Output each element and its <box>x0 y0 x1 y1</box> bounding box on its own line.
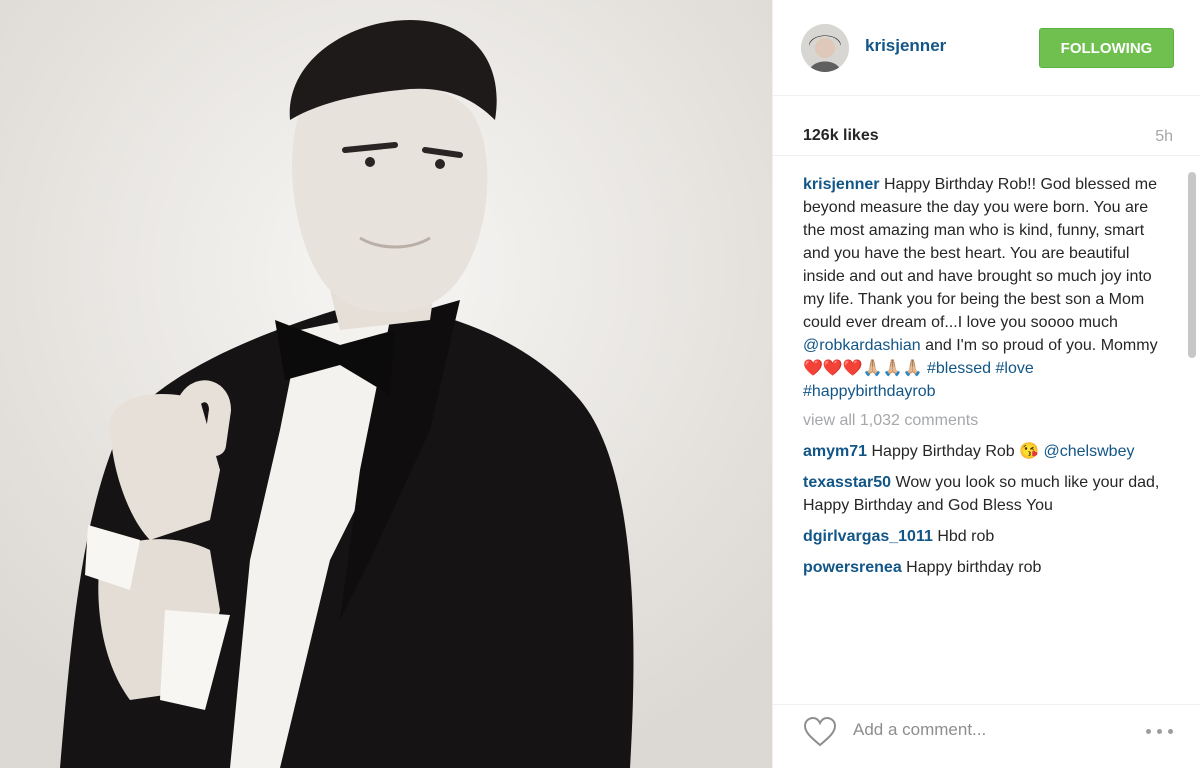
hashtag-love[interactable]: #love <box>995 360 1033 377</box>
caption-mention[interactable]: @robkardashian <box>803 337 921 354</box>
comments-scrollbar[interactable] <box>1188 172 1196 358</box>
comment-username[interactable]: amym71 <box>803 443 867 460</box>
view-all-comments-link[interactable]: view all 1,032 comments <box>803 409 1163 432</box>
comment-item: texasstar50 Wow you look so much like yo… <box>803 471 1163 517</box>
comments-list[interactable]: krisjenner Happy Birthday Rob!! God bles… <box>803 173 1163 683</box>
comment-text: Happy birthday rob <box>906 559 1042 576</box>
likes-count[interactable]: 126k likes <box>803 127 879 145</box>
post-time: 5h <box>1155 128 1173 145</box>
comment-username[interactable]: powersrenea <box>803 559 902 576</box>
comment-mention[interactable]: @chelswbey <box>1044 443 1135 460</box>
comment-item: dgirlvargas_1011 Hbd rob <box>803 525 1163 548</box>
post-username[interactable]: krisjenner <box>865 36 946 56</box>
more-dot <box>1168 729 1173 734</box>
comment-text: Happy Birthday Rob 😘 <box>871 443 1040 460</box>
hashtag-blessed[interactable]: #blessed <box>927 360 991 377</box>
caption-username[interactable]: krisjenner <box>803 176 879 193</box>
post-caption: krisjenner Happy Birthday Rob!! God bles… <box>803 173 1163 403</box>
comment-item: amym71 Happy Birthday Rob 😘 @chelswbey <box>803 440 1163 463</box>
avatar-image <box>801 24 849 72</box>
photo-illustration <box>0 0 772 768</box>
comment-text: Hbd rob <box>937 528 995 545</box>
heart-icon[interactable] <box>803 717 837 747</box>
more-dot <box>1157 729 1162 734</box>
add-comment-input[interactable]: Add a comment... <box>853 720 986 740</box>
likes-row: 126k likes 5h <box>773 112 1200 156</box>
comment-composer: Add a comment... <box>773 704 1200 768</box>
comment-item: powersrenea Happy birthday rob <box>803 556 1163 579</box>
following-button[interactable]: FOLLOWING <box>1039 28 1174 68</box>
more-options-icon[interactable] <box>1146 729 1173 734</box>
more-dot <box>1146 729 1151 734</box>
profile-avatar[interactable] <box>801 24 849 72</box>
caption-emoji: ❤️❤️❤️🙏🏼🙏🏼🙏🏼 <box>803 360 923 377</box>
post-header: krisjenner FOLLOWING <box>773 0 1200 96</box>
instagram-post-view: krisjenner FOLLOWING 126k likes 5h krisj… <box>0 0 1200 768</box>
comment-username[interactable]: texasstar50 <box>803 474 891 491</box>
hashtag-happybirthdayrob[interactable]: #happybirthdayrob <box>803 383 936 400</box>
post-sidebar: krisjenner FOLLOWING 126k likes 5h krisj… <box>772 0 1200 768</box>
caption-text-2: and I'm so proud of you. Mommy <box>925 337 1158 354</box>
caption-text: Happy Birthday Rob!! God blessed me beyo… <box>803 176 1157 331</box>
post-photo[interactable] <box>0 0 772 768</box>
comment-username[interactable]: dgirlvargas_1011 <box>803 528 933 545</box>
